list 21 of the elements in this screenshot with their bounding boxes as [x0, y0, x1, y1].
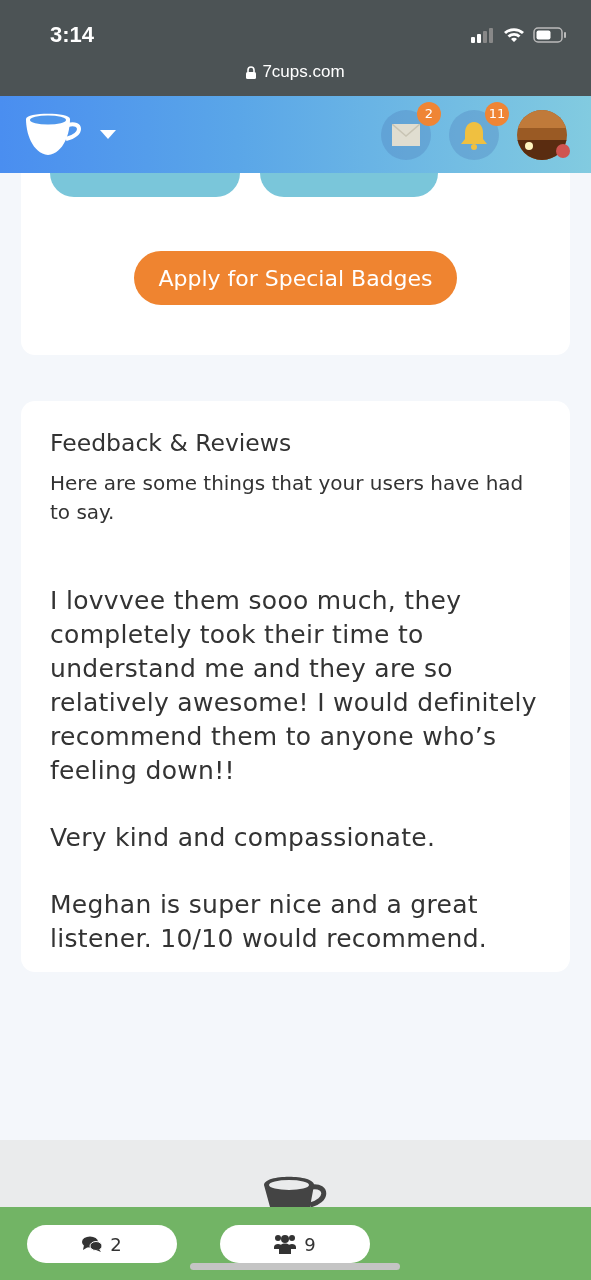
groups-button[interactable]: 9 — [220, 1225, 370, 1263]
messages-button[interactable] — [381, 109, 431, 160]
battery-icon — [533, 27, 567, 43]
notification-count-badge: 11 — [485, 101, 509, 126]
review-text: Very kind and compassionate. — [50, 822, 437, 854]
people-icon — [274, 1234, 297, 1254]
message-count-badge: 2 — [417, 101, 441, 126]
intro-text: Here are some things that your users have had to say. — [50, 470, 525, 526]
signal-icon — [471, 27, 495, 43]
bell-icon — [460, 119, 488, 150]
chat-bubbles-icon — [82, 1236, 103, 1252]
lock-icon — [246, 65, 257, 79]
chats-button[interactable]: 2 — [27, 1225, 177, 1263]
caret-icon[interactable] — [100, 129, 116, 140]
wifi-icon — [503, 27, 525, 43]
envelope-icon — [392, 123, 420, 146]
url-bar[interactable]: 7cups.com — [24, 62, 567, 82]
section-title: Feedback & Reviews — [50, 429, 293, 457]
review-text: I lovvvee them sooo much, they completely took their time to understand me and they are so relatively awesome! I would definitely recommend them to anyone who’s feeling down!! — [50, 585, 538, 787]
review-text: Meghan is super nice and a great listener. 10/10 would recommend. — [50, 889, 489, 955]
status-time: 3:14 — [50, 22, 95, 48]
